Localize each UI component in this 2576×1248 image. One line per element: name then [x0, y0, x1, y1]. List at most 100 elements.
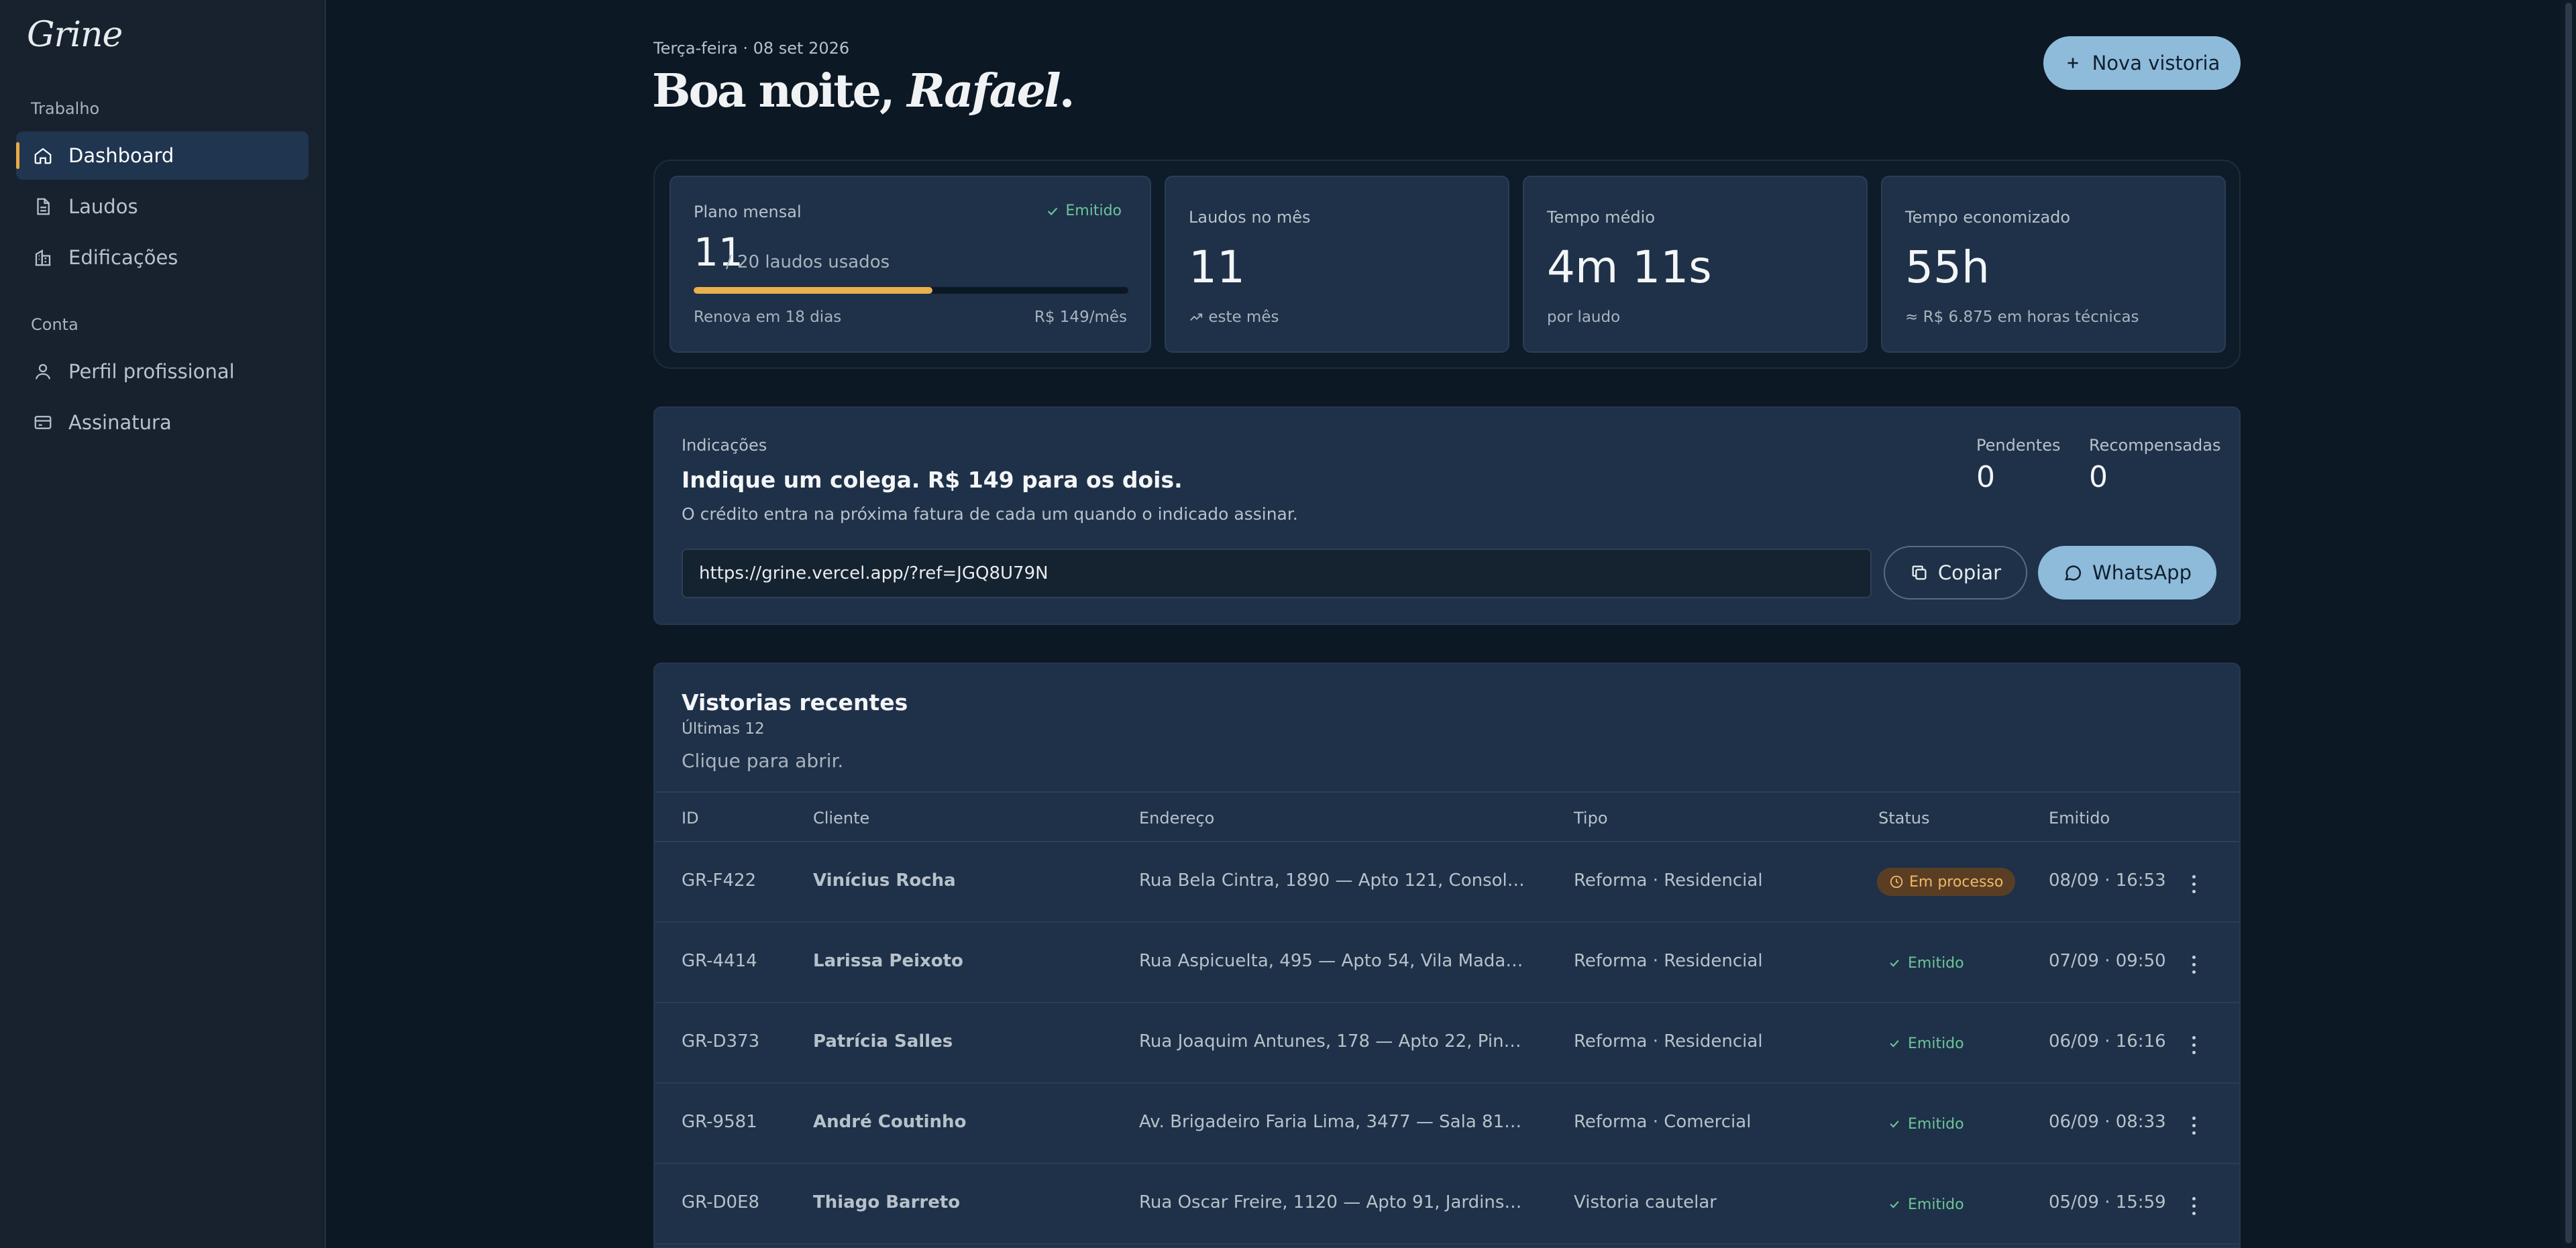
status-label: Emitido [1908, 1115, 1964, 1133]
row-id: GR-F422 [682, 870, 757, 891]
row-client: Larissa Peixoto [813, 951, 963, 971]
row-address: Rua Joaquim Antunes, 178 — Apto 22, Pinh… [1139, 1031, 1525, 1052]
plan-progress-fill [694, 287, 933, 294]
plan-status-label: Emitido [1065, 203, 1122, 219]
row-menu-button[interactable] [2188, 1192, 2199, 1219]
rewarded-value: 0 [2089, 460, 2108, 494]
referral-link-field[interactable]: https://grine.vercel.app/?ref=JGQ8U79N [682, 549, 1872, 598]
row-address: Rua Oscar Freire, 1120 — Apto 91, Jardin… [1139, 1192, 1525, 1212]
status-label: Emitido [1908, 954, 1964, 972]
row-id: GR-D0E8 [682, 1192, 760, 1212]
sidebar-item-label: Edificações [68, 246, 178, 269]
column-header-issued: Emitido [2049, 809, 2110, 828]
row-menu-button[interactable] [2188, 870, 2199, 897]
check-icon [1890, 1121, 1899, 1128]
copy-button[interactable]: Copiar [1884, 546, 2027, 600]
sidebar-item-laudos[interactable]: Laudos [16, 182, 309, 231]
table-header: ID Cliente Endereço Tipo Status Emitido [655, 791, 2239, 842]
greeting-suffix: . [1059, 64, 1075, 118]
row-issued: 06/09 · 08:33 [2049, 1112, 2166, 1132]
recent-inspections-panel: Vistorias recentes Últimas 12 Clique par… [653, 663, 2241, 1248]
status-label: Emitido [1908, 1035, 1964, 1052]
dot [2192, 1050, 2196, 1054]
reports-sub: este mês [1189, 308, 1279, 326]
reports-card: Laudos no mês 11 este mês [1165, 176, 1509, 353]
table-row[interactable]: GR-4414 Larissa Peixoto Rua Aspicuelta, … [655, 923, 2239, 1003]
dot [2192, 889, 2196, 893]
dot [2192, 1131, 2196, 1135]
stats-panel: Plano mensal Emitido 11 / 20 laudos usad… [653, 160, 2241, 369]
dot [2192, 1211, 2196, 1215]
avg-time-sub: por laudo [1547, 308, 1621, 326]
sidebar-item-edificacoes[interactable]: Edificações [16, 233, 309, 282]
sidebar-item-assinatura[interactable]: Assinatura [16, 398, 309, 447]
plan-total-text: / 20 laudos usados [726, 252, 890, 272]
row-id: GR-4414 [682, 951, 757, 971]
status-label: Emitido [1908, 1196, 1964, 1213]
column-header-client: Cliente [813, 809, 870, 828]
copy-icon [1912, 565, 1927, 580]
sidebar-item-label: Dashboard [68, 144, 174, 167]
status-label: Em processo [1909, 873, 2004, 891]
dot [2192, 882, 2196, 886]
row-address: Rua Bela Cintra, 1890 — Apto 121, Consol… [1139, 870, 1525, 891]
recent-inspections-title: Vistorias recentes [682, 689, 908, 716]
check-icon [1890, 960, 1899, 967]
status-badge-issued: Emitido [1888, 1191, 1964, 1218]
check-icon [1048, 207, 1058, 215]
row-menu-button[interactable] [2188, 951, 2199, 978]
status-badge-issued: Emitido [1888, 1030, 1964, 1057]
page-scrollbar[interactable] [2561, 0, 2576, 1248]
table-row[interactable]: GR-D0E8 Thiago Barreto Rua Oscar Freire,… [655, 1164, 2239, 1245]
sidebar-item-label: Perfil profissional [68, 360, 235, 383]
row-client: Vinícius Rocha [813, 870, 956, 891]
greeting-prefix: Boa noite, [652, 64, 908, 118]
row-menu-button[interactable] [2188, 1112, 2199, 1139]
reports-value: 11 [1189, 241, 1245, 293]
row-address: Av. Brigadeiro Faria Lima, 3477 — Sala 8… [1139, 1112, 1525, 1132]
row-issued: 07/09 · 09:50 [2049, 951, 2166, 971]
scrollbar-thumb[interactable] [2565, 3, 2572, 1243]
row-type: Reforma · Residencial [1574, 870, 1763, 891]
row-type: Vistoria cautelar [1574, 1192, 1717, 1212]
dot [2192, 1204, 2196, 1208]
document-icon [31, 194, 55, 219]
credit-card-icon [31, 410, 55, 435]
table-row[interactable]: GR-D373 Patrícia Salles Rua Joaquim Antu… [655, 1003, 2239, 1084]
new-inspection-button[interactable]: Nova vistoria [2043, 36, 2241, 90]
dot [2192, 1035, 2196, 1039]
row-issued: 08/09 · 16:53 [2049, 870, 2166, 891]
row-type: Reforma · Comercial [1574, 1112, 1752, 1132]
status-badge-issued: Emitido [1888, 950, 1964, 976]
avg-time-label: Tempo médio [1547, 208, 1656, 227]
rewarded-label: Recompensadas [2089, 436, 2221, 455]
sidebar-item-dashboard[interactable]: Dashboard [16, 131, 309, 180]
table-row[interactable]: GR-9581 André Coutinho Av. Brigadeiro Fa… [655, 1084, 2239, 1164]
whatsapp-button[interactable]: WhatsApp [2038, 546, 2216, 600]
column-header-type: Tipo [1574, 809, 1608, 828]
plan-price: R$ 149/mês [1034, 308, 1127, 326]
clock-icon [1890, 875, 1903, 889]
saved-time-sub: ≈ R$ 6.875 em horas técnicas [1905, 308, 2139, 326]
column-header-address: Endereço [1139, 809, 1215, 828]
plus-icon [2068, 58, 2078, 68]
copy-button-label: Copiar [1937, 561, 2002, 584]
dot [2192, 1123, 2196, 1127]
dot [2192, 874, 2196, 878]
check-icon [1890, 1201, 1899, 1208]
app-logo[interactable]: Grine [27, 15, 123, 55]
avg-time-value: 4m 11s [1547, 241, 1712, 293]
pending-value: 0 [1976, 460, 1995, 494]
table-row[interactable]: GR-F422 Vinícius Rocha Rua Bela Cintra, … [655, 842, 2239, 923]
row-issued: 06/09 · 16:16 [2049, 1031, 2166, 1052]
status-badge-in-progress: Em processo [1877, 868, 2016, 896]
plan-progress-bar [694, 287, 1128, 294]
sidebar-item-label: Assinatura [68, 411, 172, 434]
row-menu-button[interactable] [2188, 1031, 2199, 1058]
whatsapp-button-label: WhatsApp [2092, 561, 2192, 584]
reports-sub-label: este mês [1208, 308, 1279, 326]
sidebar-section-trabalho: Trabalho [31, 99, 100, 118]
dot [2192, 1116, 2196, 1120]
sidebar-item-perfil[interactable]: Perfil profissional [16, 347, 309, 396]
building-icon [31, 245, 55, 270]
